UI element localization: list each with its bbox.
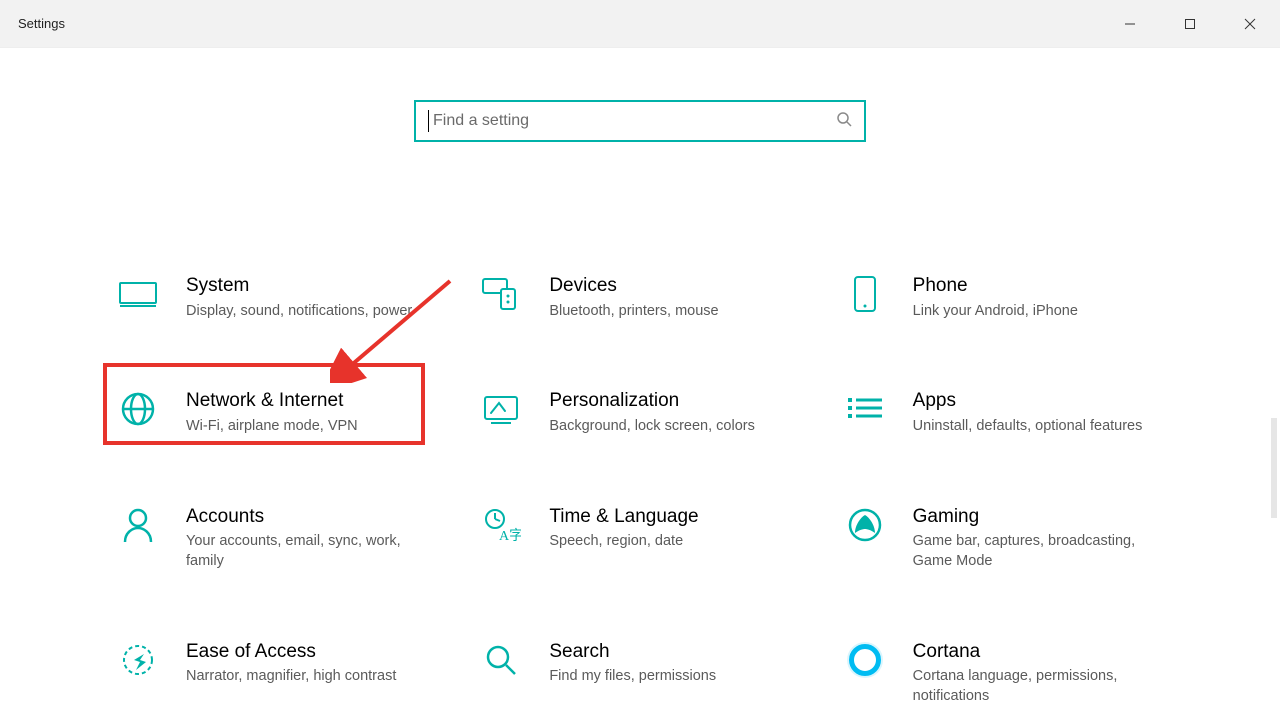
window-controls (1100, 0, 1280, 47)
scrollbar[interactable] (1271, 418, 1277, 518)
tile-cortana[interactable]: Cortana Cortana language, permissions, n… (837, 634, 1170, 713)
apps-icon (841, 389, 889, 429)
tile-gaming[interactable]: Gaming Game bar, captures, broadcasting,… (837, 499, 1170, 578)
tile-apps[interactable]: Apps Uninstall, defaults, optional featu… (837, 383, 1170, 442)
close-icon (1244, 18, 1256, 30)
tile-subtitle: Bluetooth, printers, mouse (549, 302, 718, 322)
tile-search[interactable]: Search Find my files, permissions (473, 634, 806, 713)
svg-text:A字: A字 (499, 528, 521, 543)
tile-time-language[interactable]: A字 Time & Language Speech, region, date (473, 499, 806, 578)
ease-of-access-icon (114, 640, 162, 680)
close-button[interactable] (1220, 0, 1280, 47)
personalization-icon (477, 389, 525, 429)
tile-title: Accounts (186, 505, 436, 529)
tile-title: Personalization (549, 389, 755, 413)
tile-phone[interactable]: Phone Link your Android, iPhone (837, 268, 1170, 327)
minimize-icon (1124, 18, 1136, 30)
tile-title: Cortana (913, 640, 1163, 664)
tile-subtitle: Background, lock screen, colors (549, 417, 755, 437)
devices-icon (477, 274, 525, 314)
tile-subtitle: Uninstall, defaults, optional features (913, 417, 1143, 437)
accounts-icon (114, 505, 162, 545)
system-icon (114, 274, 162, 314)
tile-ease-of-access[interactable]: Ease of Access Narrator, magnifier, high… (110, 634, 443, 713)
time-language-icon: A字 (477, 505, 525, 545)
tile-devices[interactable]: Devices Bluetooth, printers, mouse (473, 268, 806, 327)
tile-title: Phone (913, 274, 1078, 298)
network-icon (114, 389, 162, 429)
content-area: System Display, sound, notifications, po… (0, 48, 1280, 722)
titlebar: Settings (0, 0, 1280, 48)
minimize-button[interactable] (1100, 0, 1160, 47)
tile-subtitle: Link your Android, iPhone (913, 302, 1078, 322)
tile-title: System (186, 274, 412, 298)
tile-title: Time & Language (549, 505, 698, 529)
tile-subtitle: Cortana language, permissions, notificat… (913, 667, 1163, 706)
tile-subtitle: Your accounts, email, sync, work, family (186, 532, 436, 571)
tile-subtitle: Wi-Fi, airplane mode, VPN (186, 417, 358, 437)
tile-title: Ease of Access (186, 640, 396, 664)
tile-network[interactable]: Network & Internet Wi-Fi, airplane mode,… (110, 383, 443, 442)
search-box[interactable] (414, 100, 866, 142)
tile-subtitle: Game bar, captures, broadcasting, Game M… (913, 532, 1163, 571)
tile-personalization[interactable]: Personalization Background, lock screen,… (473, 383, 806, 442)
window-title: Settings (0, 16, 65, 31)
maximize-button[interactable] (1160, 0, 1220, 47)
phone-icon (841, 274, 889, 314)
settings-grid: System Display, sound, notifications, po… (110, 268, 1170, 712)
tile-subtitle: Narrator, magnifier, high contrast (186, 667, 396, 687)
maximize-icon (1184, 18, 1196, 30)
tile-title: Search (549, 640, 716, 664)
search-input[interactable] (431, 111, 836, 131)
search-tile-icon (477, 640, 525, 680)
tile-subtitle: Find my files, permissions (549, 667, 716, 687)
tile-title: Gaming (913, 505, 1163, 529)
gaming-icon (841, 505, 889, 545)
cortana-icon (841, 640, 889, 680)
tile-subtitle: Display, sound, notifications, power (186, 302, 412, 322)
tile-accounts[interactable]: Accounts Your accounts, email, sync, wor… (110, 499, 443, 578)
search-container (414, 100, 866, 142)
search-icon (836, 111, 852, 132)
tile-title: Network & Internet (186, 389, 358, 413)
tile-title: Apps (913, 389, 1143, 413)
tile-title: Devices (549, 274, 718, 298)
text-caret (428, 110, 429, 132)
tile-system[interactable]: System Display, sound, notifications, po… (110, 268, 443, 327)
tile-subtitle: Speech, region, date (549, 532, 698, 552)
